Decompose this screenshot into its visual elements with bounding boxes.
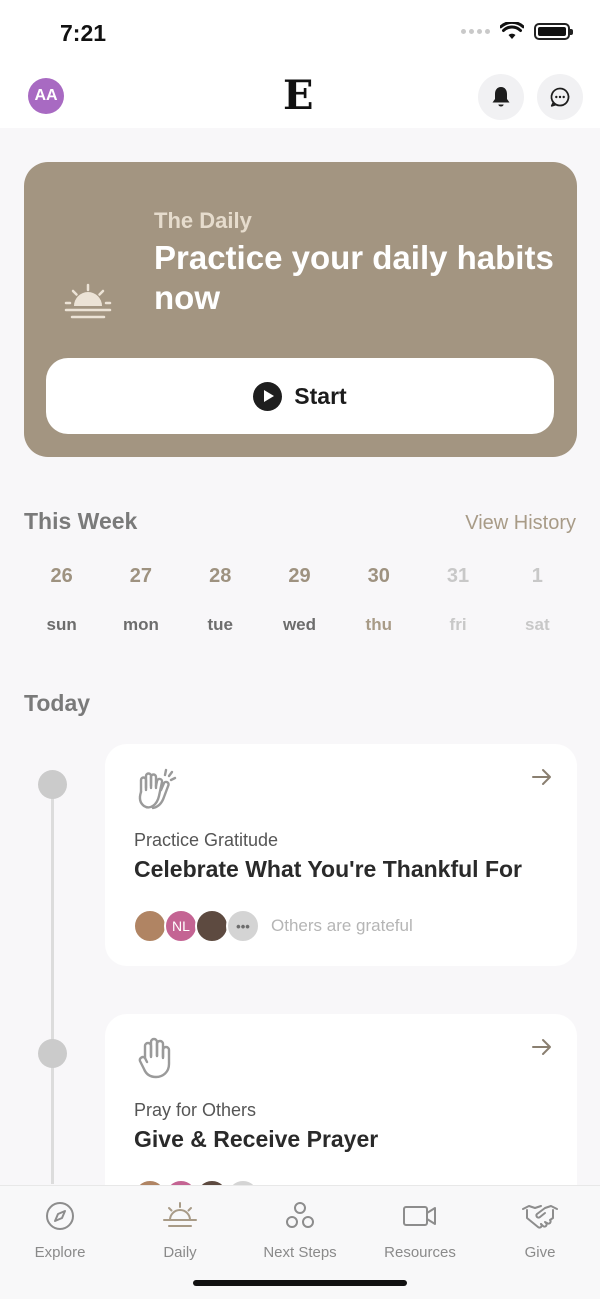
video-camera-icon — [403, 1206, 436, 1226]
hero-title: Practice your daily habits now — [154, 239, 554, 316]
day-tue[interactable]: 28 tue — [181, 565, 260, 635]
clapping-hands-icon — [138, 768, 177, 810]
bell-icon — [492, 87, 510, 107]
wifi-icon — [500, 22, 524, 39]
day-name: sun — [46, 615, 77, 634]
this-week-heading: This Week — [24, 508, 138, 534]
day-name: fri — [449, 615, 467, 634]
hero-eyebrow: The Daily — [154, 208, 252, 233]
status-time: 7:21 — [60, 20, 107, 46]
start-button[interactable]: Start — [46, 358, 554, 434]
today-heading: Today — [24, 690, 91, 716]
day-name: tue — [207, 615, 233, 634]
daily-hero-card: The Daily Practice your daily habits now… — [24, 162, 577, 457]
week-days: 26 sun 27 mon 28 tue 29 wed 30 thu 31 fr… — [22, 565, 577, 635]
start-label: Start — [294, 382, 347, 409]
day-name: sat — [525, 615, 550, 634]
day-name: thu — [365, 615, 392, 634]
tab-label: Explore — [34, 1244, 86, 1261]
battery-icon — [534, 22, 573, 40]
header: 7:21 AA E — [0, 0, 600, 128]
tab-give[interactable]: Give — [480, 1198, 600, 1261]
day-number: 27 — [129, 565, 153, 587]
timeline-line — [51, 784, 54, 1184]
tab-resources[interactable]: Resources — [360, 1198, 480, 1261]
card-category: Pray for Others — [134, 1100, 257, 1120]
participants: NL ••• Others are grateful — [133, 909, 413, 943]
gratitude-card[interactable]: Practice Gratitude Celebrate What You're… — [105, 744, 577, 966]
avatar — [195, 909, 229, 943]
card-title: Give & Receive Prayer — [134, 1126, 379, 1152]
circles-icon — [286, 1202, 314, 1228]
day-wed[interactable]: 29 wed — [260, 565, 339, 635]
more-avatars-icon: ••• — [226, 909, 260, 943]
card-title: Celebrate What You're Thankful For — [134, 856, 523, 882]
day-name: wed — [282, 615, 317, 634]
signal-icon — [461, 28, 490, 34]
sunrise-icon — [64, 283, 112, 319]
card-category: Practice Gratitude — [134, 830, 279, 850]
status-icons — [461, 22, 573, 40]
home-indicator — [193, 1280, 407, 1286]
tab-daily[interactable]: Daily — [120, 1198, 240, 1261]
view-history-link[interactable]: View History — [465, 512, 576, 535]
sunrise-icon — [163, 1202, 197, 1227]
arrow-right-icon[interactable] — [531, 1038, 553, 1056]
day-thu[interactable]: 30 thu — [339, 565, 418, 635]
chat-icon — [550, 87, 570, 107]
tab-explore[interactable]: Explore — [0, 1198, 120, 1261]
day-number: 26 — [50, 565, 73, 587]
day-sat: 1 sat — [498, 565, 577, 635]
day-mon[interactable]: 27 mon — [101, 565, 180, 635]
tab-label: Resources — [384, 1244, 456, 1261]
timeline-dot — [38, 1039, 67, 1068]
day-number: 29 — [288, 565, 311, 587]
messages-button[interactable] — [537, 74, 583, 120]
timeline-dot — [38, 770, 67, 799]
notifications-button[interactable] — [478, 74, 524, 120]
day-number: 31 — [446, 565, 470, 587]
compass-icon — [46, 1202, 74, 1230]
tab-label: Daily — [163, 1244, 197, 1261]
tab-label: Next Steps — [263, 1244, 337, 1261]
day-name: mon — [122, 615, 159, 634]
profile-avatar[interactable]: AA — [28, 78, 64, 114]
arrow-right-icon[interactable] — [531, 768, 553, 786]
play-icon — [253, 381, 283, 411]
day-sun[interactable]: 26 sun — [22, 565, 101, 635]
day-number: 30 — [367, 565, 390, 587]
avatar — [133, 909, 167, 943]
raised-hand-icon — [138, 1037, 171, 1079]
day-number: 28 — [209, 565, 232, 587]
handshake-icon — [522, 1205, 558, 1229]
avatar: NL — [164, 909, 198, 943]
tab-next-steps[interactable]: Next Steps — [240, 1198, 360, 1261]
tab-label: Give — [524, 1244, 556, 1261]
day-number: 1 — [531, 565, 543, 587]
participants-label: Others are grateful — [271, 916, 413, 935]
day-fri: 31 fri — [418, 565, 497, 635]
app-logo: E — [283, 72, 314, 119]
